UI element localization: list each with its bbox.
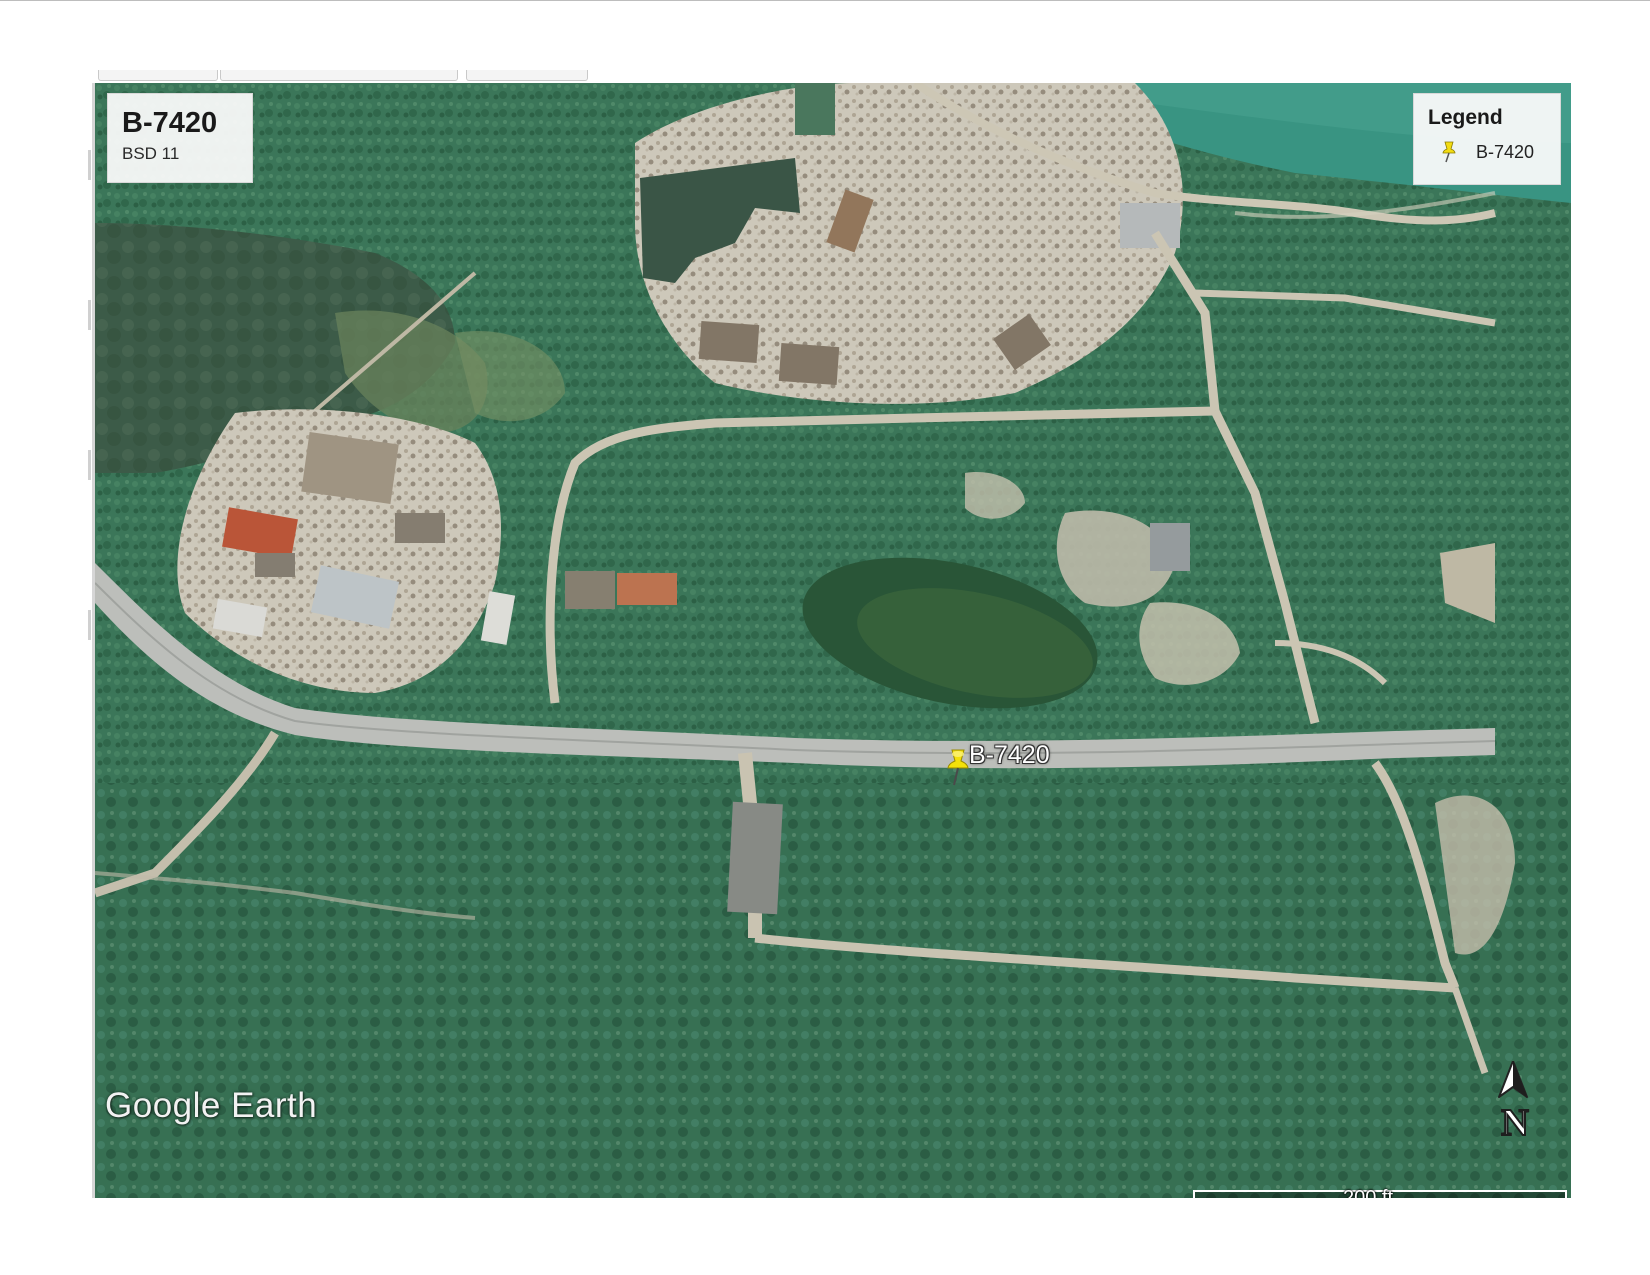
toolbar-tab-2[interactable] [220, 70, 458, 81]
legend-panel: Legend B-7420 [1413, 93, 1561, 185]
legend-item[interactable]: B-7420 [1428, 140, 1546, 164]
legend-item-label: B-7420 [1476, 141, 1535, 162]
toolbar-tab-3[interactable] [466, 70, 588, 81]
satellite-imagery [95, 83, 1571, 1198]
page-top-border [0, 0, 1650, 1]
placemark-b7420[interactable]: B-7420 [941, 741, 1050, 787]
north-arrow-icon[interactable]: N [1495, 1061, 1539, 1143]
left-edge-ticks [88, 150, 91, 750]
placemark-label: B-7420 [969, 741, 1050, 769]
toolbar-tab-1[interactable] [98, 70, 218, 81]
toolbar-remnant [90, 70, 1568, 84]
scale-bar: 200 ft [1193, 1186, 1567, 1198]
north-label: N [1501, 1102, 1528, 1143]
map-title: B-7420 [122, 107, 218, 139]
google-earth-watermark: Google Earth [105, 1086, 318, 1125]
scale-label: 200 ft [1343, 1187, 1394, 1198]
legend-heading: Legend [1428, 106, 1503, 129]
yellow-pushpin-icon [1442, 141, 1456, 163]
title-card: B-7420 BSD 11 [107, 93, 253, 183]
satellite-map[interactable]: B-7420 BSD 11 Legend B-7420 B-7420 Googl… [92, 83, 1571, 1198]
map-subtitle: BSD 11 [122, 144, 180, 163]
